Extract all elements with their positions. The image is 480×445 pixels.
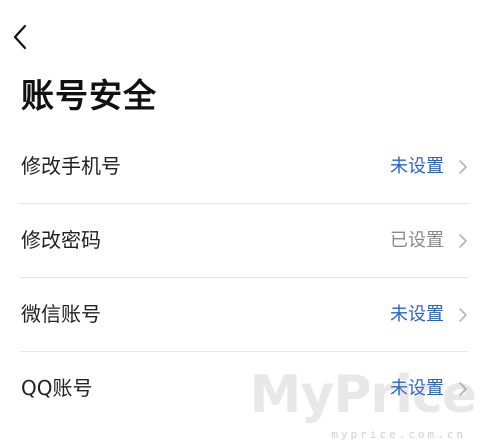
row-change-password[interactable]: 修改密码 已设置 (0, 204, 480, 278)
chevron-right-icon (459, 234, 467, 248)
chevron-right-icon (459, 382, 467, 396)
status-text: 已设置 (390, 230, 444, 251)
row-label: QQ账号 (21, 376, 93, 400)
row-label: 修改密码 (21, 228, 101, 252)
row-label: 微信账号 (21, 302, 101, 326)
chevron-right-icon (459, 308, 467, 322)
status-text: 未设置 (390, 378, 444, 399)
row-qq-account[interactable]: QQ账号 未设置 (0, 352, 480, 426)
settings-list: 修改手机号 未设置 修改密码 已设置 微信账号 未设置 QQ账号 未设置 (0, 130, 480, 426)
chevron-right-icon (459, 160, 467, 174)
row-change-phone[interactable]: 修改手机号 未设置 (0, 130, 480, 204)
status-text: 未设置 (390, 156, 444, 177)
row-label: 修改手机号 (21, 154, 121, 178)
back-button[interactable] (8, 20, 32, 54)
account-security-page: 账号安全 修改手机号 未设置 修改密码 已设置 微信账号 未设置 QQ账号 未设… (0, 0, 480, 445)
watermark-site: myprice.com.cn (331, 428, 466, 441)
page-title: 账号安全 (21, 76, 157, 115)
row-wechat-account[interactable]: 微信账号 未设置 (0, 278, 480, 352)
chevron-left-icon (13, 24, 27, 50)
status-text: 未设置 (390, 304, 444, 325)
